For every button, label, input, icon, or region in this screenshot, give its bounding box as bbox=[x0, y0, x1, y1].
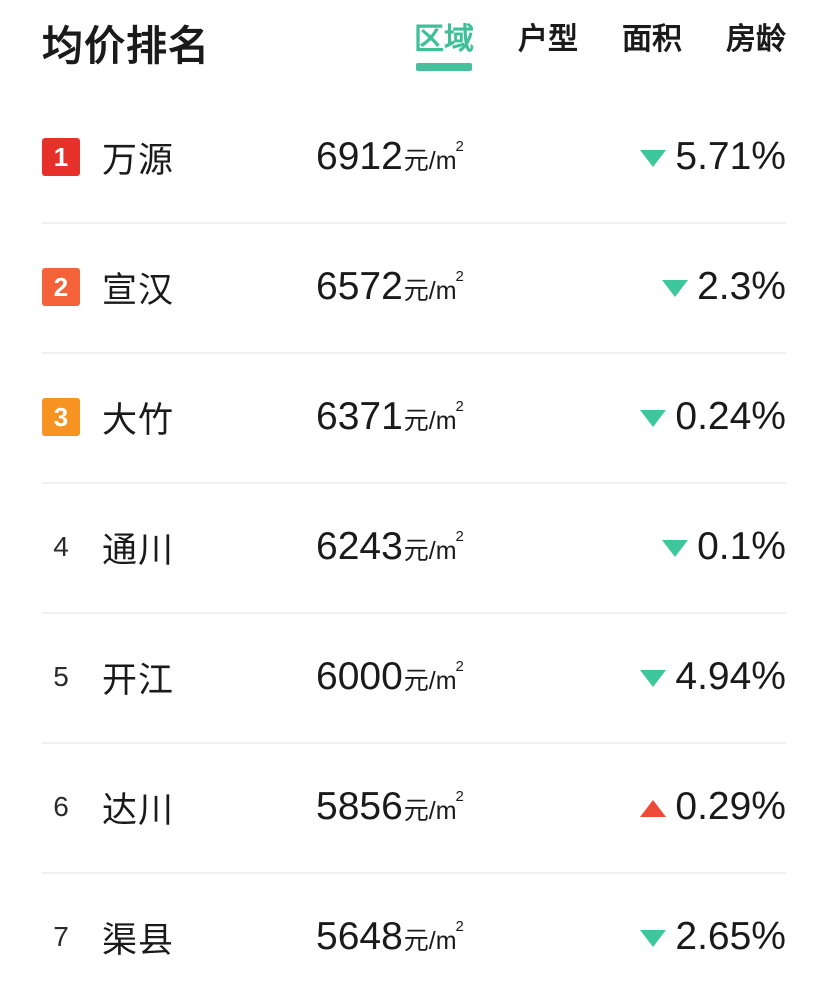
triangle-up-icon bbox=[640, 799, 667, 817]
price-unit-text: 元/m bbox=[403, 407, 457, 435]
tab-1[interactable]: 区域 bbox=[414, 25, 474, 71]
region-name: 开江 bbox=[102, 660, 175, 700]
price-unit: 元/m2 bbox=[403, 787, 465, 827]
region-name: 渠县 bbox=[102, 920, 175, 960]
price-cell: 6912 元/m2 bbox=[316, 135, 616, 179]
price-cell: 5856 元/m2 bbox=[316, 785, 616, 829]
price-value: 5648 bbox=[316, 915, 403, 958]
rank-cell: 1 bbox=[42, 138, 102, 176]
triangle-down-icon bbox=[640, 929, 667, 947]
price-unit-superscript: 2 bbox=[455, 917, 464, 935]
table-row[interactable]: 2 宣汉 6572 元/m2 2.3% bbox=[0, 222, 828, 352]
rank-number: 7 bbox=[53, 921, 69, 952]
triangle-down-icon bbox=[662, 279, 689, 297]
rank-number: 6 bbox=[53, 791, 69, 822]
price-unit-superscript: 2 bbox=[455, 787, 464, 805]
price-value: 5856 bbox=[316, 785, 403, 828]
ranking-list: 1 万源 6912 元/m2 5.71% 2 宣汉 6572 元/m2 2.3% 3 大竹 6371 元/… bbox=[0, 92, 828, 1002]
page-title: 均价排名 bbox=[42, 22, 210, 69]
tab-label: 房龄 bbox=[726, 23, 786, 56]
table-row[interactable]: 7 渠县 5648 元/m2 2.65% bbox=[0, 872, 828, 1002]
rank-badge: 1 bbox=[42, 138, 80, 176]
region-name: 万源 bbox=[102, 140, 175, 180]
tab-3[interactable]: 面积 bbox=[622, 25, 682, 71]
change-cell: 5.71% bbox=[640, 135, 786, 179]
change-value: 4.94% bbox=[675, 655, 786, 698]
region-name: 通川 bbox=[102, 530, 175, 570]
price-unit: 元/m2 bbox=[403, 527, 465, 567]
triangle-down-icon bbox=[640, 669, 667, 687]
price-value: 6572 bbox=[316, 265, 403, 308]
price-cell: 6371 元/m2 bbox=[316, 395, 616, 439]
price-ranking-panel: 均价排名 区域 户型 面积 房龄 1 万源 6912 元/m2 5.71% 2 宣汉 6572 元/m… bbox=[0, 0, 828, 985]
tab-label: 区域 bbox=[414, 23, 474, 56]
change-cell: 2.3% bbox=[662, 265, 786, 309]
region-name: 宣汉 bbox=[102, 270, 175, 310]
rank-badge: 2 bbox=[42, 268, 80, 306]
price-cell: 6572 元/m2 bbox=[316, 265, 616, 309]
change-value: 0.1% bbox=[697, 525, 786, 568]
change-value: 2.3% bbox=[697, 265, 786, 308]
tab-4[interactable]: 房龄 bbox=[726, 25, 786, 71]
price-unit-superscript: 2 bbox=[455, 527, 464, 545]
price-cell: 6000 元/m2 bbox=[316, 655, 616, 699]
price-unit: 元/m2 bbox=[403, 657, 465, 697]
change-cell: 4.94% bbox=[640, 655, 786, 699]
rank-cell: 6 bbox=[42, 788, 102, 826]
triangle-down-icon bbox=[640, 409, 667, 427]
price-unit-superscript: 2 bbox=[455, 397, 464, 415]
change-value: 5.71% bbox=[675, 135, 786, 178]
price-unit-text: 元/m bbox=[403, 797, 457, 825]
price-cell: 6243 元/m2 bbox=[316, 525, 616, 569]
tab-active-underline bbox=[416, 63, 472, 71]
price-unit-superscript: 2 bbox=[455, 137, 464, 155]
change-cell: 0.24% bbox=[640, 395, 786, 439]
rank-cell: 7 bbox=[42, 918, 102, 956]
change-value: 2.65% bbox=[675, 915, 786, 958]
table-row[interactable]: 3 大竹 6371 元/m2 0.24% bbox=[0, 352, 828, 482]
price-unit-text: 元/m bbox=[403, 927, 457, 955]
price-unit: 元/m2 bbox=[403, 917, 465, 957]
table-row[interactable]: 6 达川 5856 元/m2 0.29% bbox=[0, 742, 828, 872]
change-cell: 0.29% bbox=[640, 785, 786, 829]
price-unit: 元/m2 bbox=[403, 267, 465, 307]
change-cell: 0.1% bbox=[662, 525, 786, 569]
price-unit-text: 元/m bbox=[403, 277, 457, 305]
table-row[interactable]: 1 万源 6912 元/m2 5.71% bbox=[0, 92, 828, 222]
price-unit: 元/m2 bbox=[403, 397, 465, 437]
rank-number: 5 bbox=[53, 661, 69, 692]
rank-cell: 2 bbox=[42, 268, 102, 306]
region-name: 达川 bbox=[102, 790, 175, 830]
table-row[interactable]: 5 开江 6000 元/m2 4.94% bbox=[0, 612, 828, 742]
price-value: 6912 bbox=[316, 135, 403, 178]
tab-bar: 区域 户型 面积 房龄 bbox=[414, 21, 786, 71]
tab-label: 户型 bbox=[518, 23, 578, 56]
tab-2[interactable]: 户型 bbox=[518, 25, 578, 71]
rank-cell: 3 bbox=[42, 398, 102, 436]
price-value: 6000 bbox=[316, 655, 403, 698]
price-value: 6243 bbox=[316, 525, 403, 568]
change-value: 0.24% bbox=[675, 395, 786, 438]
change-value: 0.29% bbox=[675, 785, 786, 828]
price-unit-text: 元/m bbox=[403, 667, 457, 695]
panel-header: 均价排名 区域 户型 面积 房龄 bbox=[0, 0, 828, 92]
tab-label: 面积 bbox=[622, 23, 682, 56]
rank-cell: 4 bbox=[42, 528, 102, 566]
triangle-down-icon bbox=[640, 149, 667, 167]
price-unit-text: 元/m bbox=[403, 537, 457, 565]
price-value: 6371 bbox=[316, 395, 403, 438]
price-cell: 5648 元/m2 bbox=[316, 915, 616, 959]
rank-badge: 3 bbox=[42, 398, 80, 436]
triangle-down-icon bbox=[662, 539, 689, 557]
rank-cell: 5 bbox=[42, 658, 102, 696]
price-unit-superscript: 2 bbox=[455, 657, 464, 675]
table-row[interactable]: 4 通川 6243 元/m2 0.1% bbox=[0, 482, 828, 612]
rank-number: 4 bbox=[53, 531, 69, 562]
region-name: 大竹 bbox=[102, 400, 175, 440]
price-unit-text: 元/m bbox=[403, 147, 457, 175]
price-unit: 元/m2 bbox=[403, 137, 465, 177]
price-unit-superscript: 2 bbox=[455, 267, 464, 285]
change-cell: 2.65% bbox=[640, 915, 786, 959]
